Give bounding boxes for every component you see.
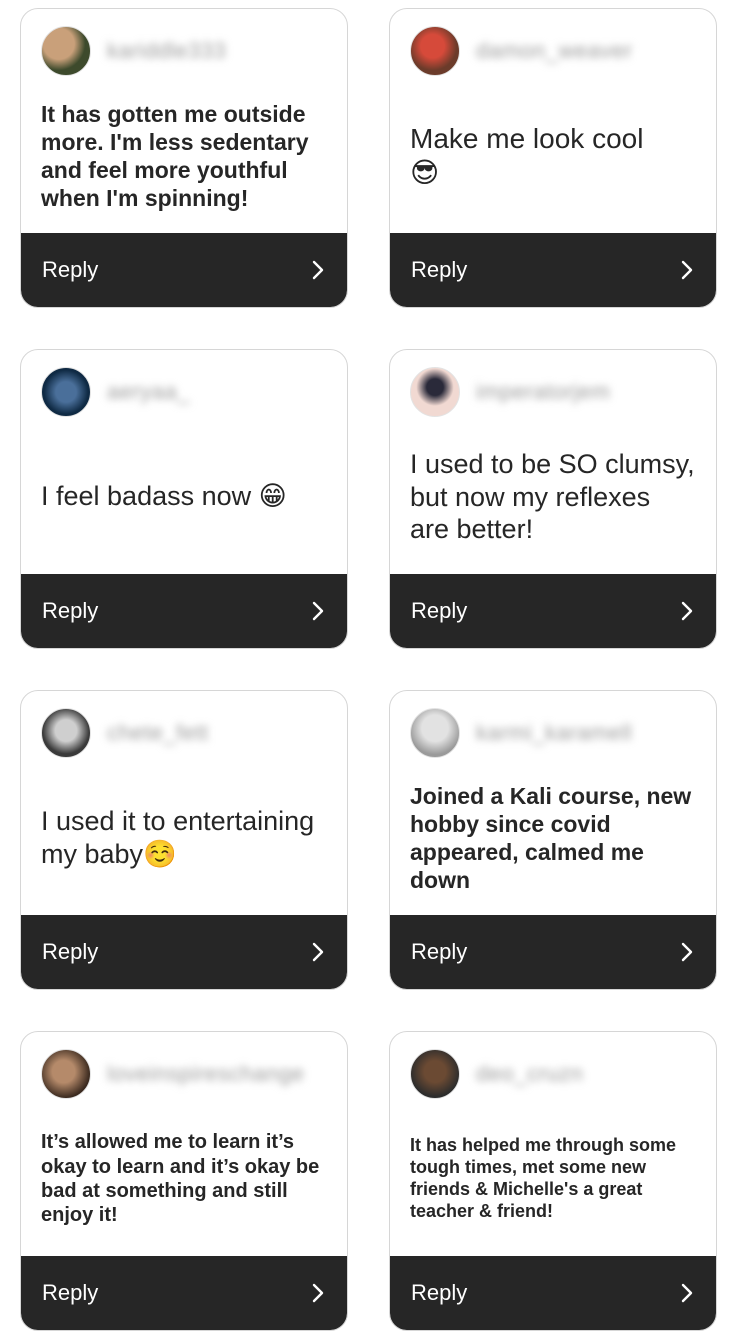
- reply-button[interactable]: Reply: [21, 1256, 347, 1330]
- reply-text: I feel badass now: [41, 481, 252, 512]
- avatar[interactable]: [410, 26, 460, 76]
- reply-card: aeryaa_ I feel badass now 😁 Reply: [20, 349, 348, 649]
- reply-button[interactable]: Reply: [390, 1256, 716, 1330]
- avatar[interactable]: [41, 367, 91, 417]
- smiling-emoji-icon: ☺️: [143, 838, 177, 870]
- reply-label: Reply: [411, 257, 468, 282]
- reply-text: Make me look cool: [410, 122, 644, 154]
- replies-grid: kariddle333 It has gotten me outside mor…: [0, 0, 739, 1344]
- username[interactable]: imperatorjem: [476, 379, 610, 405]
- avatar[interactable]: [41, 708, 91, 758]
- reply-button[interactable]: Reply: [21, 233, 347, 307]
- card-header: aeryaa_: [41, 366, 190, 418]
- reply-text-block: It’s allowed me to learn it’s okay to le…: [41, 1102, 327, 1256]
- username[interactable]: chete_fett: [107, 720, 209, 746]
- reply-button[interactable]: Reply: [390, 574, 716, 648]
- chevron-right-icon: [681, 601, 693, 621]
- reply-text-block: Joined a Kali course, new hobby since co…: [410, 761, 696, 915]
- reply-card: damon_weaver Make me look cool 😎 Reply: [389, 8, 717, 308]
- reply-text: I used it to entertaining my baby: [41, 805, 315, 869]
- chevron-right-icon: [312, 260, 324, 280]
- username[interactable]: damon_weaver: [476, 38, 632, 64]
- reply-text: It has gotten me outside more. I'm less …: [41, 100, 309, 212]
- avatar[interactable]: [410, 1049, 460, 1099]
- reply-text: Joined a Kali course, new hobby since co…: [410, 782, 692, 894]
- reply-button[interactable]: Reply: [390, 915, 716, 989]
- card-header: chete_fett: [41, 707, 209, 759]
- username[interactable]: karmi_karamell: [476, 720, 632, 746]
- reply-text-block: I used to be SO clumsy, but now my refle…: [410, 420, 696, 574]
- username[interactable]: kariddle333: [107, 38, 226, 64]
- reply-card: kariddle333 It has gotten me outside mor…: [20, 8, 348, 308]
- reply-text-block: Make me look cool 😎: [410, 79, 696, 233]
- chevron-right-icon: [312, 601, 324, 621]
- reply-button[interactable]: Reply: [21, 915, 347, 989]
- card-header: damon_weaver: [410, 25, 632, 77]
- reply-card: deo_cruzn It has helped me through some …: [389, 1031, 717, 1331]
- username[interactable]: deo_cruzn: [476, 1061, 583, 1087]
- username[interactable]: loveinspireschange: [107, 1061, 304, 1087]
- avatar[interactable]: [410, 708, 460, 758]
- reply-card: chete_fett I used it to entertaining my …: [20, 690, 348, 990]
- chevron-right-icon: [681, 260, 693, 280]
- avatar[interactable]: [41, 26, 91, 76]
- card-header: imperatorjem: [410, 366, 610, 418]
- card-header: karmi_karamell: [410, 707, 632, 759]
- card-header: kariddle333: [41, 25, 226, 77]
- reply-button[interactable]: Reply: [21, 574, 347, 648]
- reply-text: I used to be SO clumsy, but now my refle…: [410, 448, 695, 545]
- reply-text-block: It has gotten me outside more. I'm less …: [41, 79, 327, 233]
- reply-text: It’s allowed me to learn it’s okay to le…: [41, 1131, 320, 1227]
- chevron-right-icon: [312, 942, 324, 962]
- reply-text-block: It has helped me through some tough time…: [410, 1102, 696, 1256]
- reply-label: Reply: [42, 598, 99, 623]
- avatar[interactable]: [410, 367, 460, 417]
- reply-label: Reply: [42, 1280, 99, 1305]
- reply-label: Reply: [411, 1280, 468, 1305]
- chevron-right-icon: [681, 942, 693, 962]
- grinning-emoji-icon: 😁: [258, 481, 287, 513]
- reply-label: Reply: [411, 598, 468, 623]
- reply-text-block: I feel badass now 😁: [41, 420, 327, 574]
- sunglasses-emoji-icon: 😎: [410, 156, 440, 189]
- reply-text: It has helped me through some tough time…: [410, 1135, 677, 1221]
- chevron-right-icon: [681, 1283, 693, 1303]
- card-header: deo_cruzn: [410, 1048, 583, 1100]
- card-header: loveinspireschange: [41, 1048, 304, 1100]
- reply-text-block: I used it to entertaining my baby☺️: [41, 761, 327, 915]
- reply-card: imperatorjem I used to be SO clumsy, but…: [389, 349, 717, 649]
- username[interactable]: aeryaa_: [107, 379, 190, 405]
- reply-label: Reply: [42, 939, 99, 964]
- chevron-right-icon: [312, 1283, 324, 1303]
- avatar[interactable]: [41, 1049, 91, 1099]
- reply-label: Reply: [42, 257, 99, 282]
- reply-card: karmi_karamell Joined a Kali course, new…: [389, 690, 717, 990]
- reply-button[interactable]: Reply: [390, 233, 716, 307]
- reply-card: loveinspireschange It’s allowed me to le…: [20, 1031, 348, 1331]
- reply-label: Reply: [411, 939, 468, 964]
